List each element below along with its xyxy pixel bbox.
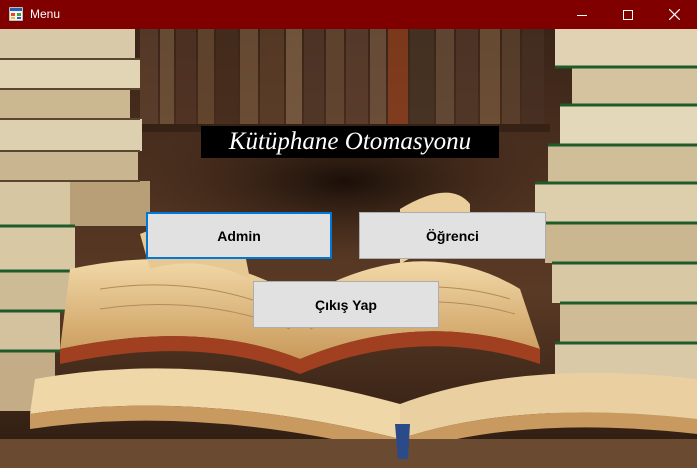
maximize-icon: [623, 9, 633, 20]
app-icon: [9, 7, 23, 21]
page-title: Kütüphane Otomasyonu: [201, 126, 499, 158]
close-button[interactable]: [651, 0, 697, 29]
admin-button[interactable]: Admin: [146, 212, 332, 259]
exit-button[interactable]: Çıkış Yap: [253, 281, 439, 328]
books-background-image: [0, 29, 697, 468]
maximize-button[interactable]: [605, 0, 651, 29]
close-icon: [668, 9, 680, 20]
minimize-button[interactable]: [559, 0, 605, 29]
title-bar: Menu: [0, 0, 697, 29]
menu-form: Kütüphane Otomasyonu Admin Öğrenci Çıkış…: [0, 29, 697, 468]
minimize-icon: [577, 14, 587, 16]
student-button[interactable]: Öğrenci: [359, 212, 546, 259]
window-title: Menu: [30, 7, 61, 21]
